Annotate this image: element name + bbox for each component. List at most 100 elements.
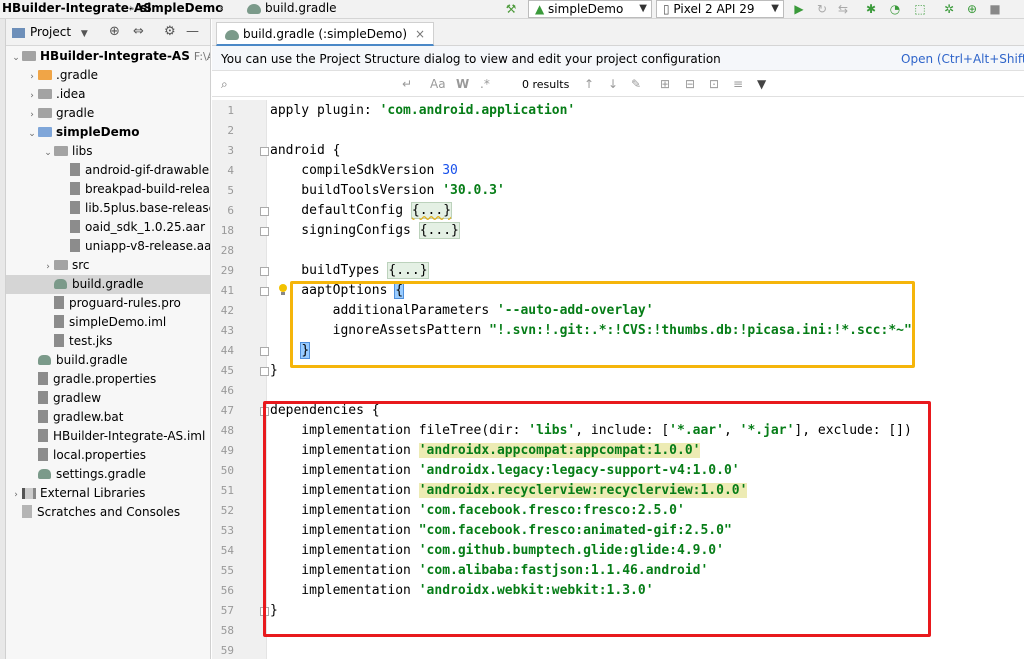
tree-item[interactable]: build.gradle xyxy=(6,275,210,294)
search-input[interactable] xyxy=(236,74,396,93)
fold-marker-icon[interactable] xyxy=(260,207,269,216)
open-project-structure-link[interactable]: Open (Ctrl+Alt+Shift+S xyxy=(901,52,1024,66)
tree-item[interactable]: › gradle xyxy=(6,104,210,123)
match-case-toggle[interactable]: Aa xyxy=(430,77,446,91)
profile-icon[interactable]: ◔ xyxy=(888,2,902,16)
whole-word-toggle[interactable]: W xyxy=(456,77,469,91)
line-number: 29 xyxy=(220,264,234,277)
tree-item-label: gradle.properties xyxy=(53,372,157,386)
attach-debugger-icon[interactable]: ⬚ xyxy=(913,2,927,16)
code-token: android { xyxy=(270,143,341,158)
device-select[interactable]: ▯ Pixel 2 API 29 ▼ xyxy=(656,0,784,18)
gradle-file-icon xyxy=(38,354,51,365)
tree-item[interactable]: test.jks xyxy=(6,332,210,351)
tree-item[interactable]: gradle.properties xyxy=(6,370,210,389)
layout-inspector-icon[interactable]: ✲ xyxy=(942,2,956,16)
tree-item[interactable]: oaid_sdk_1.0.25.aar xyxy=(6,218,210,237)
tree-item[interactable]: HBuilder-Integrate-AS.iml xyxy=(6,427,210,446)
multi-line-icon[interactable]: ≡ xyxy=(733,77,743,91)
project-panel-header: Project ▼ ⊕ ⇔ ⚙ — xyxy=(6,19,210,46)
tree-item[interactable]: lib.5plus.base-release xyxy=(6,199,210,218)
project-view-select[interactable]: Project ▼ xyxy=(12,25,88,39)
next-occurrence-icon[interactable]: ↓ xyxy=(608,77,618,91)
gear-icon[interactable]: ⚙ xyxy=(164,24,176,39)
tree-item[interactable]: ⌄ simpleDemo xyxy=(6,123,210,142)
fold-marker-icon[interactable] xyxy=(260,367,269,376)
filter-icon[interactable]: ▼ xyxy=(757,77,766,91)
file-icon xyxy=(38,429,48,442)
tree-item[interactable]: ⌄ libs xyxy=(6,142,210,161)
collapse-all-icon[interactable]: ⇔ xyxy=(133,24,144,39)
debug-icon[interactable]: ✱ xyxy=(864,2,878,16)
file-icon xyxy=(54,296,64,309)
tree-item[interactable]: breakpad-build-release xyxy=(6,180,211,199)
line-number: 1 xyxy=(227,104,234,117)
tree-item[interactable]: uniapp-v8-release.aar xyxy=(6,237,210,256)
fold-marker-icon[interactable] xyxy=(260,287,269,296)
tree-item[interactable]: ⌄HBuilder-Integrate-ASF:\An xyxy=(6,47,210,66)
tree-item[interactable]: build.gradle xyxy=(6,351,210,370)
tab-label: build.gradle (:simpleDemo) xyxy=(243,27,408,41)
regex-toggle[interactable]: .* xyxy=(480,77,490,91)
breadcrumb-separator: › xyxy=(129,1,134,15)
folder-icon xyxy=(38,88,52,99)
line-number: 48 xyxy=(220,424,234,437)
tree-item[interactable]: › src xyxy=(6,256,210,275)
tree-item[interactable]: gradlew.bat xyxy=(6,408,210,427)
folder-icon xyxy=(38,107,52,118)
file-icon xyxy=(38,448,48,461)
remove-selection-icon[interactable]: ⊟ xyxy=(685,77,695,91)
fold-marker-icon[interactable] xyxy=(260,267,269,276)
breadcrumb-module[interactable]: simpleDemo xyxy=(140,1,223,15)
notice-message: You can use the Project Structure dialog… xyxy=(221,52,721,66)
stop-icon[interactable]: ■ xyxy=(988,2,1002,16)
code-token: buildTypes xyxy=(270,263,388,278)
code-line: buildTypes {...} xyxy=(270,261,429,281)
breadcrumb-file[interactable]: build.gradle xyxy=(247,1,337,15)
tree-item[interactable]: settings.gradle xyxy=(6,465,210,484)
coverage-icon[interactable]: ⊕ xyxy=(965,2,979,16)
run-icon[interactable]: ▶ xyxy=(792,2,806,16)
gradle-file-icon xyxy=(225,29,239,40)
line-number: 44 xyxy=(220,344,234,357)
tree-item[interactable]: Scratches and Consoles xyxy=(6,503,210,522)
close-icon[interactable]: × xyxy=(415,27,425,41)
highlight-box-dependencies xyxy=(263,401,931,637)
line-number: 50 xyxy=(220,464,234,477)
file-icon xyxy=(70,182,80,195)
hide-panel-icon[interactable]: — xyxy=(186,24,199,39)
file-icon xyxy=(70,201,80,214)
fold-marker-icon[interactable] xyxy=(260,147,269,156)
rerun-icon[interactable]: ↻ xyxy=(815,2,829,16)
tree-item-label: breakpad-build-release xyxy=(85,182,211,196)
previous-occurrence-icon[interactable]: ↑ xyxy=(584,77,594,91)
tree-item-label: .gradle xyxy=(56,68,99,82)
locate-file-icon[interactable]: ⊕ xyxy=(109,24,120,39)
tree-item[interactable]: › External Libraries xyxy=(6,484,210,503)
intention-bulb-icon[interactable] xyxy=(278,284,288,296)
line-number: 54 xyxy=(220,544,234,557)
tree-item-label: local.properties xyxy=(53,448,147,462)
fold-marker-icon[interactable] xyxy=(260,227,269,236)
tree-item[interactable]: proguard-rules.pro xyxy=(6,294,210,313)
new-line-icon[interactable]: ↵ xyxy=(402,77,412,91)
run-configuration-select[interactable]: ▲ simpleDemo ▼ xyxy=(528,0,652,18)
select-all-occurrences-icon[interactable]: ⊡ xyxy=(709,77,719,91)
pin-icon[interactable]: ✎ xyxy=(631,77,641,91)
fold-marker-icon[interactable] xyxy=(260,347,269,356)
apply-changes-icon[interactable]: ⇆ xyxy=(836,2,850,16)
code-line: } xyxy=(270,361,278,381)
code-token: apply plugin: xyxy=(270,103,380,118)
tree-item-label: build.gradle xyxy=(72,277,144,291)
add-selection-icon[interactable]: ⊞ xyxy=(660,77,670,91)
tree-item[interactable]: gradlew xyxy=(6,389,210,408)
code-line: android { xyxy=(270,141,340,161)
build-hammer-icon[interactable]: ⚒ xyxy=(504,2,518,16)
tree-item[interactable]: › .idea xyxy=(6,85,210,104)
tree-item[interactable]: android-gif-drawable xyxy=(6,161,210,180)
tree-item[interactable]: › .gradle xyxy=(6,66,210,85)
file-icon xyxy=(70,220,80,233)
tree-item[interactable]: local.properties xyxy=(6,446,210,465)
tab-build-gradle[interactable]: build.gradle (:simpleDemo) × xyxy=(216,22,435,46)
tree-item[interactable]: simpleDemo.iml xyxy=(6,313,210,332)
